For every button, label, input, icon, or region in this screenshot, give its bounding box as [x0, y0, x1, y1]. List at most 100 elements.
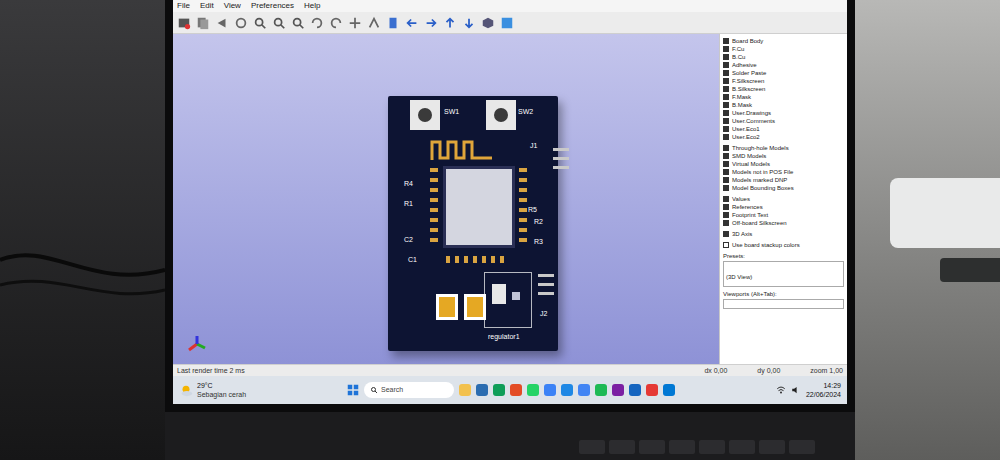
- layer-row[interactable]: Model Bounding Boxes: [723, 184, 844, 192]
- layer-visibility[interactable]: [723, 145, 729, 151]
- layer-row[interactable]: User.Drawings: [723, 109, 844, 117]
- layer-visibility[interactable]: [723, 185, 729, 191]
- layer-visibility[interactable]: [723, 134, 729, 140]
- app-icon[interactable]: [595, 384, 607, 396]
- preset-dropdown[interactable]: (3D View): [723, 261, 844, 287]
- pcb-board[interactable]: R4R1C2C1R5R2R3J1J2SW1SW2regulator1: [388, 96, 558, 351]
- pad-column: [519, 168, 527, 242]
- pad: [519, 238, 527, 242]
- layer-visibility[interactable]: [723, 161, 729, 167]
- layer-row[interactable]: References: [723, 203, 844, 211]
- 3d-canvas[interactable]: R4R1C2C1R5R2R3J1J2SW1SW2regulator1: [173, 34, 719, 364]
- reference-label: regulator1: [488, 333, 520, 341]
- app-icon[interactable]: [612, 384, 624, 396]
- layer-visibility[interactable]: [723, 62, 729, 68]
- layer-visibility[interactable]: [723, 94, 729, 100]
- key[interactable]: [579, 440, 605, 454]
- reference-label: R3: [534, 238, 543, 246]
- layer-visibility[interactable]: [723, 231, 729, 237]
- menu-item[interactable]: Edit: [200, 1, 214, 11]
- key[interactable]: [669, 440, 695, 454]
- layer-row[interactable]: Board Body: [723, 37, 844, 45]
- keyboard: [165, 412, 855, 460]
- viewports-dropdown[interactable]: [723, 299, 844, 309]
- layer-visibility[interactable]: [723, 204, 729, 210]
- app-icon[interactable]: [663, 384, 675, 396]
- layer-visibility[interactable]: [723, 177, 729, 183]
- layer-visibility[interactable]: [723, 102, 729, 108]
- app-icon[interactable]: [459, 384, 471, 396]
- layer-visibility[interactable]: [723, 110, 729, 116]
- stackup-row[interactable]: Use board stackup colors: [723, 241, 844, 249]
- laptop-bezel: File Edit View Preferences Help R4R1C2C1R5R2R…: [165, 0, 855, 412]
- layer-visibility[interactable]: [723, 118, 729, 124]
- layer-visibility[interactable]: [723, 78, 729, 84]
- menu-item[interactable]: Help: [304, 1, 320, 11]
- layer-row[interactable]: 3D Axis: [723, 230, 844, 238]
- layer-visibility[interactable]: [723, 169, 729, 175]
- layer-label: References: [732, 203, 763, 211]
- key[interactable]: [759, 440, 785, 454]
- switch[interactable]: [486, 100, 516, 130]
- layer-row[interactable]: Models marked DNP: [723, 176, 844, 184]
- layer-row[interactable]: Models not in POS File: [723, 168, 844, 176]
- layer-visibility[interactable]: [723, 38, 729, 44]
- app-icon[interactable]: [629, 384, 641, 396]
- menu-item[interactable]: File: [177, 1, 190, 11]
- layer-row[interactable]: User.Eco1: [723, 125, 844, 133]
- layer-visibility[interactable]: [723, 86, 729, 92]
- app-icon[interactable]: [476, 384, 488, 396]
- key[interactable]: [729, 440, 755, 454]
- layer-row[interactable]: B.Mask: [723, 101, 844, 109]
- reference-label: C2: [404, 236, 413, 244]
- layer-row[interactable]: Values: [723, 195, 844, 203]
- layer-row[interactable]: B.Silkscreen: [723, 85, 844, 93]
- render-time: Last render time 2 ms: [177, 366, 245, 376]
- taskbar-center: Search: [347, 382, 675, 398]
- key[interactable]: [789, 440, 815, 454]
- layer-row[interactable]: Solder Paste: [723, 69, 844, 77]
- menu-item[interactable]: View: [224, 1, 241, 11]
- layer-row[interactable]: Virtual Models: [723, 160, 844, 168]
- layer-visibility[interactable]: [723, 126, 729, 132]
- layer-label: B.Silkscreen: [732, 85, 765, 93]
- app-icon[interactable]: [561, 384, 573, 396]
- layer-row[interactable]: F.Mask: [723, 93, 844, 101]
- menu-item[interactable]: Preferences: [251, 1, 294, 11]
- key[interactable]: [609, 440, 635, 454]
- weather[interactable]: 29°CSebagian cerah: [179, 381, 246, 399]
- weather-text: 29°CSebagian cerah: [197, 381, 246, 399]
- clock[interactable]: 14:2922/06/2024: [806, 381, 841, 399]
- layer-visibility[interactable]: [723, 153, 729, 159]
- app-icon[interactable]: [578, 384, 590, 396]
- app-icon[interactable]: [493, 384, 505, 396]
- app-icon[interactable]: [544, 384, 556, 396]
- layer-visibility[interactable]: [723, 70, 729, 76]
- layer-row[interactable]: F.Cu: [723, 45, 844, 53]
- layer-row[interactable]: B.Cu: [723, 53, 844, 61]
- toolbar-icon: [291, 16, 305, 30]
- layer-label: User.Eco2: [732, 133, 760, 141]
- layer-visibility[interactable]: [723, 54, 729, 60]
- layer-row[interactable]: F.Silkscreen: [723, 77, 844, 85]
- layer-row[interactable]: Through-hole Models: [723, 144, 844, 152]
- layer-row[interactable]: User.Comments: [723, 117, 844, 125]
- switch[interactable]: [410, 100, 440, 130]
- search-box[interactable]: Search: [364, 382, 454, 398]
- layer-row[interactable]: User.Eco2: [723, 133, 844, 141]
- layer-visibility[interactable]: [723, 196, 729, 202]
- layer-visibility[interactable]: [723, 220, 729, 226]
- app-icon[interactable]: [510, 384, 522, 396]
- layer-visibility[interactable]: [723, 46, 729, 52]
- app-icon[interactable]: [527, 384, 539, 396]
- stackup-checkbox[interactable]: [723, 242, 729, 248]
- layer-row[interactable]: SMD Models: [723, 152, 844, 160]
- layer-visibility[interactable]: [723, 212, 729, 218]
- layer-row[interactable]: Footprint Text: [723, 211, 844, 219]
- esp-module[interactable]: [443, 166, 515, 248]
- app-icon[interactable]: [646, 384, 658, 396]
- layer-row[interactable]: Adhesive: [723, 61, 844, 69]
- key[interactable]: [699, 440, 725, 454]
- key[interactable]: [639, 440, 665, 454]
- layer-row[interactable]: Off-board Silkscreen: [723, 219, 844, 227]
